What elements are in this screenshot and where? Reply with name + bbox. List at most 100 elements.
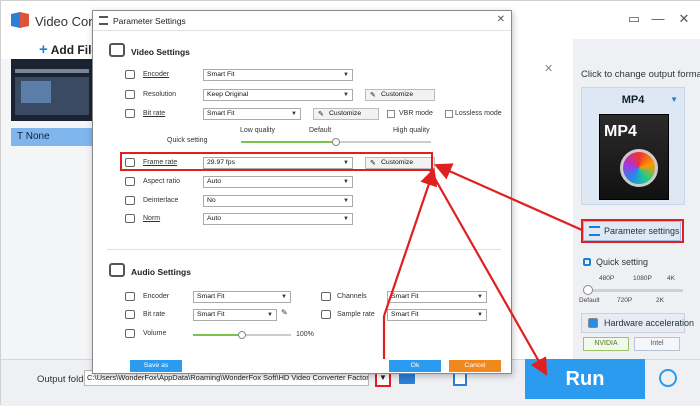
- volume-value: 100%: [296, 331, 314, 338]
- alarm-clock-icon[interactable]: [659, 369, 677, 387]
- audio-settings-icon: [109, 263, 125, 277]
- channels-icon: [321, 292, 331, 301]
- caret-down-icon: ▼: [477, 294, 483, 300]
- quick-setting-track: [587, 289, 683, 292]
- save-as-button[interactable]: Save as: [130, 360, 182, 372]
- quick-setting-slider[interactable]: [583, 285, 593, 295]
- bitrate-icon: [125, 109, 135, 118]
- ok-button[interactable]: Ok: [389, 360, 441, 372]
- caret-down-icon: ▼: [379, 373, 387, 382]
- video-bitrate-value: Smart Fit: [207, 110, 235, 117]
- microphone-icon: [321, 310, 331, 319]
- volume-fill: [193, 334, 242, 336]
- aspect-ratio-label: Aspect ratio: [143, 178, 180, 185]
- deinterlace-icon: [125, 196, 135, 205]
- volume-icon: [125, 329, 135, 338]
- audio-encoder-select[interactable]: Smart Fit ▼: [193, 291, 291, 303]
- parameter-settings-dialog: Parameter Settings ✕ Video Settings Enco…: [92, 10, 512, 374]
- video-settings-icon: [109, 43, 125, 57]
- dialog-close-icon[interactable]: ✕: [497, 14, 505, 25]
- pencil-icon[interactable]: ✎: [281, 308, 288, 317]
- nvidia-badge: NVIDIA: [583, 337, 629, 351]
- encoder-icon: [125, 70, 135, 79]
- pencil-icon: ✎: [370, 92, 376, 99]
- resolution-customize-label: Customize: [381, 91, 414, 98]
- audio-encoder-label: Encoder: [143, 293, 170, 300]
- volume-label: Volume: [143, 330, 167, 337]
- pencil-icon: ✎: [318, 111, 324, 118]
- caret-down-icon: ▼: [343, 216, 349, 222]
- channels-label: Channels: [337, 293, 367, 300]
- video-bitrate-select[interactable]: Smart Fit ▼: [203, 108, 301, 120]
- audio-bitrate-select[interactable]: Smart Fit ▼: [193, 309, 277, 321]
- tick-2k: 2K: [656, 297, 664, 304]
- dialog-title-bar: Parameter Settings ✕: [93, 11, 511, 31]
- norm-select[interactable]: Auto ▼: [203, 213, 353, 225]
- audio-settings-title: Audio Settings: [131, 267, 191, 277]
- audio-encoder-value: Smart Fit: [197, 293, 225, 300]
- thumb-bar: [15, 69, 89, 73]
- output-format-hint: Click to change output format:: [581, 69, 700, 80]
- tick-720p: 720P: [617, 297, 633, 304]
- aspect-ratio-select[interactable]: Auto ▼: [203, 176, 353, 188]
- sample-rate-value: Smart Fit: [391, 311, 419, 318]
- frame-rate-highlight: [120, 152, 433, 171]
- resolution-value: Keep Original: [207, 91, 249, 98]
- dialog-title: Parameter Settings: [113, 16, 186, 26]
- resolution-select[interactable]: Keep Original ▼: [203, 89, 353, 101]
- bitrate-customize-button[interactable]: ✎ Customize: [313, 108, 379, 120]
- caret-down-icon: ▼: [343, 179, 349, 185]
- output-format-selector[interactable]: MP4 ▼ MP4: [581, 87, 685, 205]
- deinterlace-select[interactable]: No ▼: [203, 195, 353, 207]
- video-encoder-select[interactable]: Smart Fit ▼: [203, 69, 353, 81]
- caret-down-icon: ▼: [343, 92, 349, 98]
- section-divider: [107, 249, 501, 250]
- lossless-mode-checkbox[interactable]: [445, 110, 453, 118]
- tick-1080p: 1080P: [633, 275, 652, 282]
- quick-setting-label: Quick setting: [596, 257, 649, 267]
- channels-select[interactable]: Smart Fit ▼: [387, 291, 487, 303]
- parameter-settings-highlight: [581, 219, 684, 243]
- bitrate-customize-label: Customize: [329, 110, 362, 117]
- run-button[interactable]: Run: [525, 359, 645, 399]
- norm-label: Norm: [143, 215, 161, 222]
- video-encoder-value: Smart Fit: [207, 71, 235, 78]
- close-button[interactable]: ✕: [673, 9, 695, 29]
- mp4-format-icon: MP4: [599, 114, 669, 200]
- cancel-button[interactable]: Cancel: [449, 360, 501, 372]
- subtitle-select[interactable]: T None: [11, 128, 93, 146]
- restore-button[interactable]: ▭: [623, 9, 645, 29]
- volume-slider[interactable]: [238, 331, 246, 339]
- video-quality-slider[interactable]: [332, 138, 340, 146]
- caret-down-icon: ▼: [477, 312, 483, 318]
- plus-icon: +: [39, 41, 48, 58]
- audio-bitrate-label: Bit rate: [143, 311, 166, 318]
- video-bitrate-label: Bit rate: [143, 110, 166, 117]
- remove-file-icon[interactable]: ✕: [544, 62, 553, 75]
- video-quick-setting-label: Quick setting: [167, 137, 208, 144]
- caret-down-icon: ▼: [670, 95, 678, 104]
- audio-bitrate-icon: [125, 310, 135, 319]
- format-icon-label: MP4: [604, 123, 637, 140]
- vbr-mode-checkbox[interactable]: [387, 110, 395, 118]
- video-settings-title: Video Settings: [131, 47, 190, 57]
- video-thumbnail[interactable]: [11, 59, 93, 121]
- quick-setting-icon: [583, 258, 591, 266]
- aspect-ratio-value: Auto: [207, 178, 221, 185]
- caret-down-icon: ▼: [267, 312, 273, 318]
- minimize-button[interactable]: —: [647, 9, 669, 29]
- film-reel-icon: [620, 149, 658, 187]
- checkbox-icon: [588, 318, 598, 328]
- app-logo-icon: [11, 12, 29, 28]
- vbr-mode-label: VBR mode: [399, 110, 433, 117]
- sample-rate-select[interactable]: Smart Fit ▼: [387, 309, 487, 321]
- deinterlace-value: No: [207, 197, 216, 204]
- low-quality-label: Low quality: [240, 127, 276, 134]
- thumb-window: [21, 81, 51, 103]
- video-quality-fill: [241, 141, 336, 143]
- resolution-customize-button[interactable]: ✎ Customize: [365, 89, 435, 101]
- caret-down-icon: ▼: [281, 294, 287, 300]
- audio-encoder-icon: [125, 292, 135, 301]
- hardware-acceleration-toggle[interactable]: Hardware acceleration: [581, 313, 694, 333]
- video-encoder-label: Encoder: [143, 71, 170, 78]
